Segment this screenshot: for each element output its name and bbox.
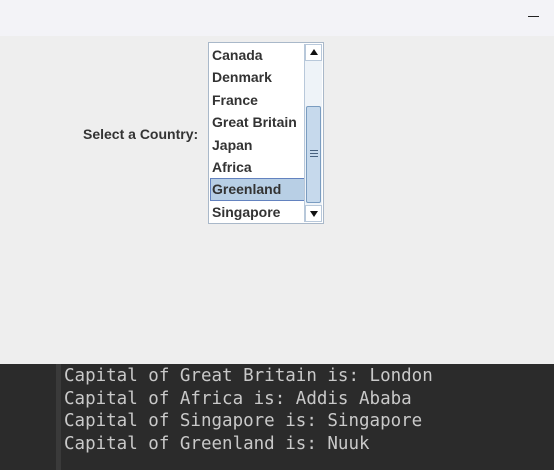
scroll-down-button[interactable] <box>305 205 322 222</box>
title-bar <box>0 0 554 36</box>
list-scrollbar[interactable] <box>304 44 322 222</box>
grip-icon <box>310 150 318 159</box>
main-panel: Select a Country: Canada Denmark France … <box>0 36 554 364</box>
minimize-icon <box>528 16 539 17</box>
list-item-japan[interactable]: Japan <box>210 134 305 156</box>
console-lines: Capital of Great Britain is: London Capi… <box>64 365 552 455</box>
arrow-up-icon <box>310 49 318 55</box>
list-item-france[interactable]: France <box>210 89 305 111</box>
country-list-items: Canada Denmark France Great Britain Japa… <box>210 44 305 224</box>
country-listbox[interactable]: Canada Denmark France Great Britain Japa… <box>208 42 324 224</box>
arrow-down-icon <box>310 211 318 217</box>
list-item-canada[interactable]: Canada <box>210 44 305 66</box>
console-gutter <box>56 364 61 470</box>
scroll-thumb[interactable] <box>306 106 321 203</box>
console-output: Capital of Great Britain is: London Capi… <box>0 364 554 470</box>
list-item-singapore[interactable]: Singapore <box>210 201 305 223</box>
console-line: Capital of Africa is: Addis Ababa <box>64 388 412 409</box>
list-item-africa[interactable]: Africa <box>210 156 305 178</box>
console-line: Capital of Greenland is: Nuuk <box>64 433 370 454</box>
console-line: Capital of Singapore is: Singapore <box>64 411 423 432</box>
list-item-greenland[interactable]: Greenland <box>210 178 305 201</box>
scroll-up-button[interactable] <box>305 44 322 61</box>
country-label: Select a Country: <box>83 126 199 142</box>
console-line: Capital of Great Britain is: London <box>64 366 433 386</box>
list-item-great-britain[interactable]: Great Britain <box>210 111 305 133</box>
minimize-button[interactable] <box>522 6 546 26</box>
list-item-denmark[interactable]: Denmark <box>210 66 305 88</box>
